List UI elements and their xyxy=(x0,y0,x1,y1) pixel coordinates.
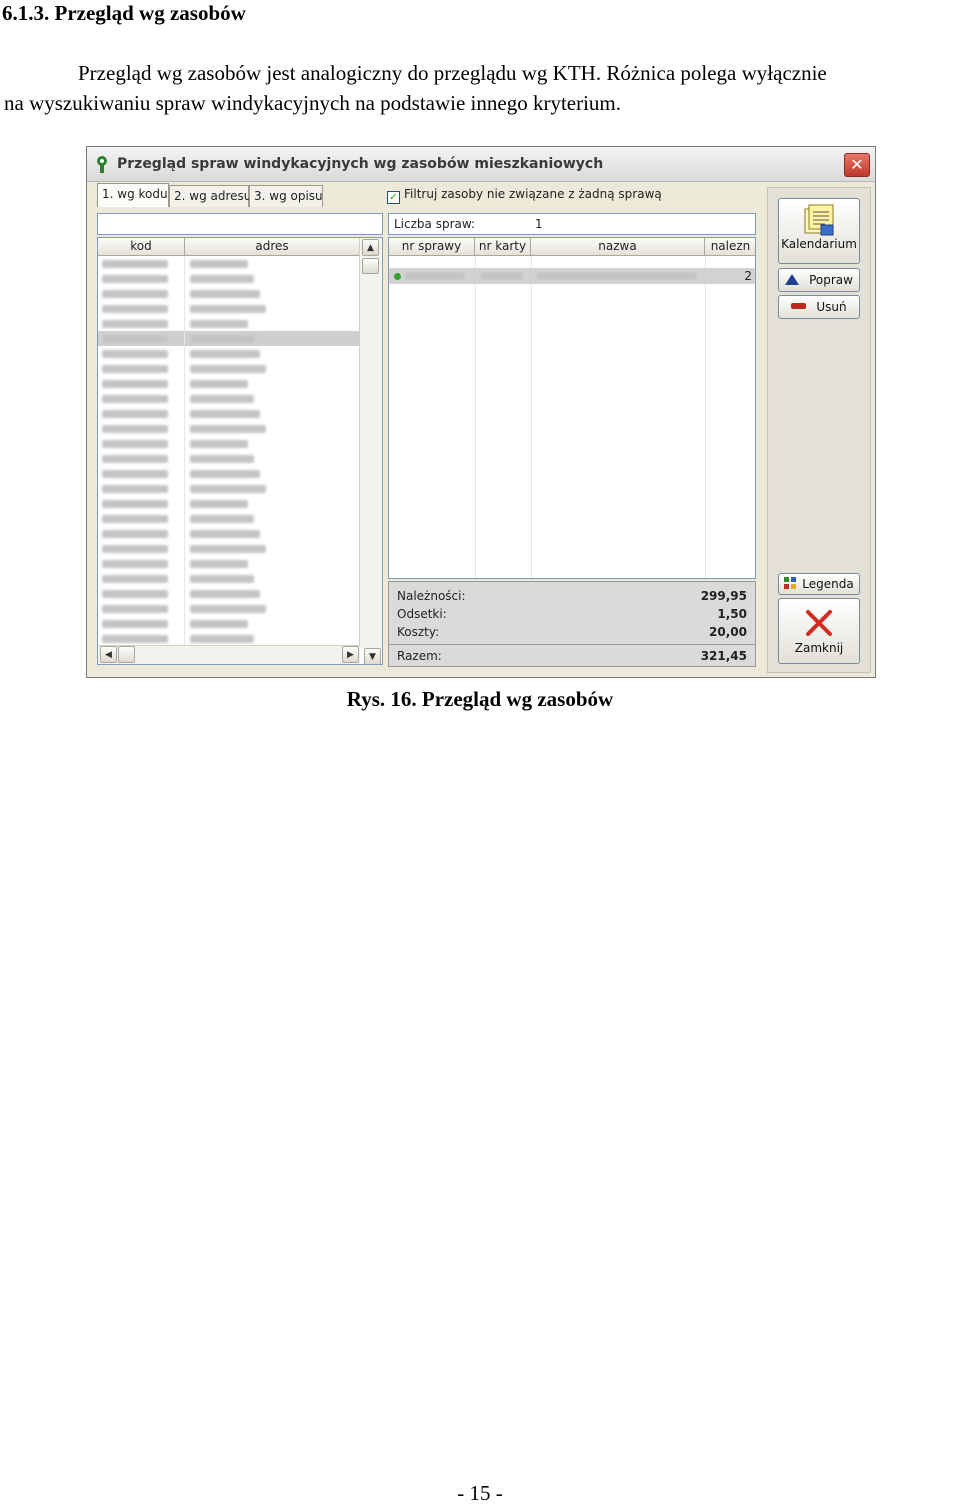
list-item[interactable] xyxy=(98,496,360,511)
page-number: - 15 - xyxy=(457,1481,503,1505)
close-button[interactable]: ✕ xyxy=(844,153,870,177)
list-item[interactable] xyxy=(98,331,360,346)
title-bar: Przegląd spraw windykacyjnych wg zasobów… xyxy=(87,147,875,182)
column-divider xyxy=(184,256,185,648)
summary-row: Koszty: 20,00 xyxy=(397,625,747,639)
list-item[interactable] xyxy=(98,271,360,286)
status-dot-icon xyxy=(394,273,401,280)
tab-wg-opisu[interactable]: 3. wg opisu xyxy=(249,185,323,207)
list-item[interactable] xyxy=(98,316,360,331)
filter-checkbox[interactable]: ✓ xyxy=(387,191,400,204)
divider xyxy=(389,644,755,645)
column-header-kod[interactable]: kod xyxy=(98,238,185,256)
table-row[interactable]: 2 xyxy=(389,268,755,284)
list-item[interactable] xyxy=(98,301,360,316)
list-item[interactable] xyxy=(98,361,360,376)
legend-icon xyxy=(784,577,797,589)
list-item[interactable] xyxy=(98,541,360,556)
column-header-nr-karty[interactable]: nr karty xyxy=(475,238,531,256)
paragraph-line-1: Przegląd wg zasobów jest analogiczny do … xyxy=(78,61,827,85)
list-item[interactable] xyxy=(98,256,360,271)
column-header-nazwa[interactable]: nazwa xyxy=(531,238,705,256)
tab-wg-kodu[interactable]: 1. wg kodu xyxy=(97,183,169,207)
list-item[interactable] xyxy=(98,571,360,586)
column-header-nr-sprawy[interactable]: nr sprawy xyxy=(389,238,475,256)
list-item[interactable] xyxy=(98,436,360,451)
filter-option[interactable]: ✓ Filtruj zasoby nie związane z żadną spr… xyxy=(387,187,662,204)
filter-label: Filtruj zasoby nie związane z żadną spra… xyxy=(404,187,662,201)
column-divider xyxy=(705,256,706,578)
scroll-down-icon[interactable]: ▼ xyxy=(364,648,381,664)
list-item[interactable] xyxy=(98,601,360,616)
hscroll-thumb[interactable] xyxy=(118,646,135,663)
list-item[interactable] xyxy=(98,631,360,646)
tab-wg-adresu[interactable]: 2. wg adresu xyxy=(169,185,251,207)
case-count-label: Liczba spraw: xyxy=(394,217,476,231)
list-item[interactable] xyxy=(98,556,360,571)
minus-icon xyxy=(791,303,807,309)
scroll-up-icon[interactable]: ▲ xyxy=(362,239,379,256)
summary-row: Należności: 299,95 xyxy=(397,589,747,603)
list-item[interactable] xyxy=(98,376,360,391)
window-title: Przegląd spraw windykacyjnych wg zasobów… xyxy=(117,156,604,172)
list-item[interactable] xyxy=(98,391,360,406)
resource-list[interactable]: kod adres ▲ ◀ ▶ ▼ xyxy=(97,237,383,665)
list-item[interactable] xyxy=(98,466,360,481)
column-divider xyxy=(531,256,532,578)
action-panel: Kalendarium Popraw Usuń Legenda Zamknij xyxy=(767,187,871,673)
screenshot-window: Przegląd spraw windykacyjnych wg zasobów… xyxy=(86,146,876,678)
kalendarium-button[interactable]: Kalendarium xyxy=(778,198,860,264)
paragraph: Przegląd wg zasobów jest analogiczny do … xyxy=(0,58,960,118)
column-header-adres[interactable]: adres xyxy=(185,238,360,256)
summary-total-row: Razem: 321,45 xyxy=(397,649,747,663)
column-header-nalezn[interactable]: nalezn xyxy=(705,238,755,256)
calendar-icon xyxy=(804,204,834,236)
summary-panel: Należności: 299,95 Odsetki: 1,50 Koszty: 20… xyxy=(388,581,756,667)
horizontal-scrollbar[interactable]: ◀ ▶ xyxy=(98,645,360,664)
list-item[interactable] xyxy=(98,406,360,421)
case-count-value: 1 xyxy=(535,217,543,231)
list-item[interactable] xyxy=(98,421,360,436)
list-item[interactable] xyxy=(98,511,360,526)
column-divider xyxy=(475,256,476,578)
scroll-thumb[interactable] xyxy=(362,258,379,274)
popraw-button[interactable]: Popraw xyxy=(778,268,860,292)
section-heading: 6.1.3. Przegląd wg zasobów xyxy=(2,1,246,25)
list-item[interactable] xyxy=(98,346,360,361)
list-item[interactable] xyxy=(98,451,360,466)
list-item[interactable] xyxy=(98,526,360,541)
list-item[interactable] xyxy=(98,616,360,631)
list-item[interactable] xyxy=(98,586,360,601)
zamknij-button[interactable]: Zamknij xyxy=(778,598,860,664)
resource-rows xyxy=(98,256,360,648)
paragraph-line-2: na wyszukiwaniu spraw windykacyjnych na … xyxy=(4,91,622,115)
row-amount: 2 xyxy=(744,269,752,283)
summary-row: Odsetki: 1,50 xyxy=(397,607,747,621)
scroll-left-icon[interactable]: ◀ xyxy=(100,646,117,663)
usun-button[interactable]: Usuń xyxy=(778,295,860,319)
app-icon xyxy=(97,156,107,173)
vertical-scrollbar[interactable]: ▲ xyxy=(359,238,382,648)
list-item[interactable] xyxy=(98,481,360,496)
case-count-bar: Liczba spraw: 1 xyxy=(388,213,756,235)
figure-caption: Rys. 16. Przegląd wg zasobów xyxy=(346,687,614,711)
zamknij-label: Zamknij xyxy=(794,641,844,655)
list-item[interactable] xyxy=(98,286,360,301)
search-input[interactable] xyxy=(97,213,383,235)
triangle-icon xyxy=(785,274,800,285)
legenda-button[interactable]: Legenda xyxy=(778,573,860,595)
scroll-right-icon[interactable]: ▶ xyxy=(342,646,359,663)
kalendarium-label: Kalendarium xyxy=(781,237,857,251)
case-list[interactable]: nr sprawy nr karty nazwa nalezn 2 xyxy=(388,237,756,579)
close-x-icon xyxy=(806,610,832,636)
